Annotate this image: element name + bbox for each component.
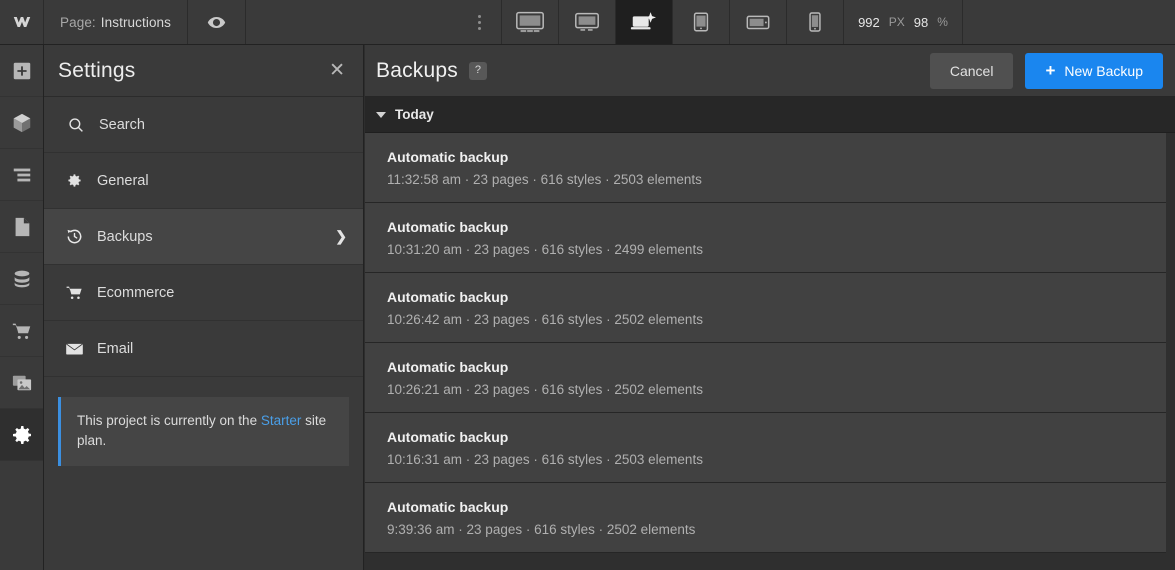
database-icon bbox=[11, 268, 33, 290]
cube-icon bbox=[11, 112, 33, 134]
site-plan-link[interactable]: Starter bbox=[261, 413, 302, 428]
close-icon[interactable]: ✕ bbox=[329, 61, 345, 80]
backup-title: Automatic backup bbox=[387, 428, 509, 445]
sidebar-item-backups[interactable]: Backups ❯ bbox=[44, 209, 363, 265]
backup-list-item[interactable]: Automatic backup 9:39:36 am · 23 pages ·… bbox=[365, 483, 1166, 553]
eye-preview-icon[interactable] bbox=[188, 0, 247, 44]
current-page-indicator[interactable]: Page: Instructions bbox=[44, 0, 189, 44]
backup-list-item[interactable]: Automatic backup 10:26:21 am · 23 pages … bbox=[365, 343, 1166, 413]
backups-list: Automatic backup 11:32:58 am · 23 pages … bbox=[365, 133, 1166, 553]
canvas-size-zoom[interactable]: 992 PX 98 % bbox=[844, 0, 963, 44]
sidebar-item-label: Email bbox=[97, 340, 134, 357]
device-mobile-portrait[interactable] bbox=[787, 0, 845, 44]
sidebar-item-label: Ecommerce bbox=[97, 284, 175, 301]
canvas-width-value: 992 bbox=[858, 14, 880, 30]
sidebar-item-label: General bbox=[97, 172, 149, 189]
toolbar-gap bbox=[246, 0, 458, 44]
backup-title: Automatic backup bbox=[387, 288, 509, 305]
toolbar-end-gap bbox=[963, 0, 1175, 44]
backup-meta: 11:32:58 am · 23 pages · 616 styles · 25… bbox=[387, 171, 702, 187]
history-restore-icon bbox=[64, 227, 84, 246]
sidebar-item-components[interactable] bbox=[0, 97, 43, 149]
dot bbox=[478, 26, 482, 30]
envelope-icon bbox=[64, 341, 84, 357]
device-mobile-landscape[interactable] bbox=[730, 0, 788, 44]
settings-panel-header: Settings ✕ bbox=[44, 45, 363, 97]
group-label: Today bbox=[395, 107, 434, 122]
settings-panel: Settings ✕ Search General Backups ❯ Ecom… bbox=[44, 45, 364, 570]
backups-panel: Backups ? Cancel + New Backup Today Auto… bbox=[365, 45, 1175, 570]
sidebar-item-ecommerce[interactable]: Ecommerce bbox=[44, 265, 363, 321]
device-desktop-large[interactable] bbox=[502, 0, 560, 44]
plus-square-icon bbox=[11, 60, 33, 82]
sidebar-item-label: Backups bbox=[97, 228, 153, 245]
backup-meta: 10:26:21 am · 23 pages · 616 styles · 25… bbox=[387, 381, 703, 397]
panel-title: Settings bbox=[58, 58, 136, 82]
backups-header: Backups ? Cancel + New Backup bbox=[365, 45, 1175, 97]
sidebar-item-settings[interactable] bbox=[0, 409, 43, 461]
help-icon[interactable]: ? bbox=[468, 61, 487, 80]
sidebar-item-ecommerce[interactable] bbox=[0, 305, 43, 357]
sidebar-item-cms-collections[interactable] bbox=[0, 253, 43, 305]
left-toolbar bbox=[0, 45, 44, 570]
shopping-cart-icon bbox=[11, 320, 33, 342]
backup-meta: 10:16:31 am · 23 pages · 616 styles · 25… bbox=[387, 451, 703, 467]
sidebar-item-pages[interactable] bbox=[0, 201, 43, 253]
gear-icon bbox=[64, 172, 84, 189]
zoom-value: 98 bbox=[913, 14, 929, 30]
canvas-width-unit: PX bbox=[888, 15, 905, 29]
device-tablet[interactable] bbox=[673, 0, 731, 44]
backup-list-item[interactable]: Automatic backup 10:16:31 am · 23 pages … bbox=[365, 413, 1166, 483]
search-icon bbox=[66, 116, 86, 134]
gear-icon bbox=[10, 423, 34, 447]
sidebar-item-style-manager[interactable] bbox=[0, 149, 43, 201]
backup-meta: 10:26:42 am · 23 pages · 616 styles · 25… bbox=[387, 311, 703, 327]
backup-list-item[interactable]: Automatic backup 10:31:20 am · 23 pages … bbox=[365, 203, 1166, 273]
sidebar-item-assets[interactable] bbox=[0, 357, 43, 409]
dot bbox=[478, 20, 482, 24]
new-backup-label: New Backup bbox=[1064, 62, 1143, 79]
dot bbox=[478, 14, 482, 18]
new-backup-button[interactable]: + New Backup bbox=[1025, 52, 1163, 89]
backup-list-item[interactable]: Automatic backup 11:32:58 am · 23 pages … bbox=[365, 133, 1166, 203]
top-toolbar: Page: Instructions 992 PX 98 % bbox=[0, 0, 1175, 45]
zoom-unit: % bbox=[937, 15, 948, 29]
plan-notice-text-before: This project is currently on the bbox=[77, 413, 261, 428]
sidebar-item-email[interactable]: Email bbox=[44, 321, 363, 377]
backups-group-header-today[interactable]: Today bbox=[365, 97, 1175, 133]
search-input[interactable]: Search bbox=[99, 117, 347, 133]
backup-title: Automatic backup bbox=[387, 148, 509, 165]
shopping-cart-icon bbox=[64, 283, 84, 302]
more-options-icon[interactable] bbox=[458, 0, 503, 44]
page-label: Page: bbox=[60, 14, 96, 30]
style-list-icon bbox=[11, 165, 33, 185]
plus-icon: + bbox=[1045, 61, 1056, 80]
device-desktop[interactable] bbox=[559, 0, 617, 44]
backup-meta: 10:31:20 am · 23 pages · 616 styles · 24… bbox=[387, 241, 703, 257]
settings-search-row[interactable]: Search bbox=[44, 97, 363, 153]
backup-list-item[interactable]: Automatic backup 10:26:42 am · 23 pages … bbox=[365, 273, 1166, 343]
backup-title: Automatic backup bbox=[387, 358, 509, 375]
images-icon bbox=[11, 373, 33, 393]
webflow-logo-icon[interactable] bbox=[0, 0, 44, 44]
backup-title: Automatic backup bbox=[387, 498, 509, 515]
page-name: Instructions bbox=[100, 14, 172, 30]
sidebar-item-general[interactable]: General bbox=[44, 153, 363, 209]
cancel-button[interactable]: Cancel bbox=[929, 52, 1014, 89]
backup-meta: 9:39:36 am · 23 pages · 616 styles · 250… bbox=[387, 521, 696, 537]
sidebar-item-add-elements[interactable] bbox=[0, 45, 43, 97]
chevron-right-icon: ❯ bbox=[335, 228, 347, 244]
chevron-down-icon bbox=[376, 111, 386, 118]
device-base[interactable] bbox=[616, 0, 674, 44]
site-plan-notice: This project is currently on the Starter… bbox=[58, 397, 349, 466]
backup-title: Automatic backup bbox=[387, 218, 509, 235]
page-icon bbox=[12, 216, 32, 238]
page-title: Backups bbox=[376, 58, 458, 82]
